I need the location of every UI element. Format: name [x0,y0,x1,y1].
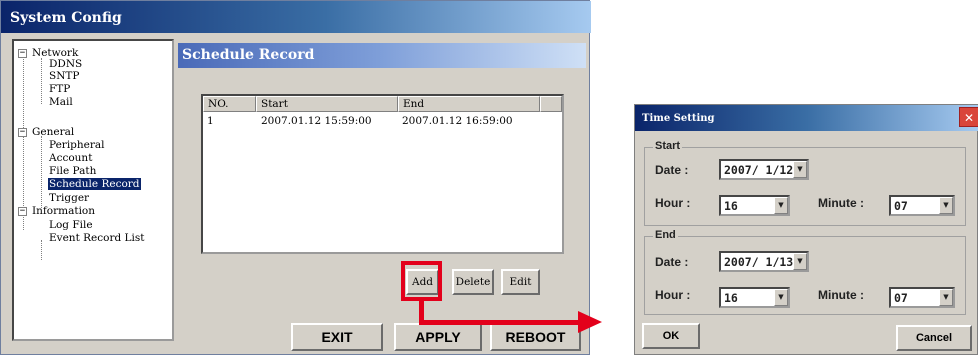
chevron-down-icon[interactable]: ▼ [939,289,953,306]
column-header-end[interactable]: End [398,96,540,112]
start-group: Start Date : 2007/ 1/12 ▼ Hour : 16 ▼ Mi… [644,140,966,226]
tree-item-account[interactable]: Account [49,152,92,165]
tree-connector [23,54,24,230]
end-group: End Date : 2007/ 1/13 ▼ Hour : 16 ▼ Minu… [644,229,966,315]
tree-item-log-file[interactable]: Log File [49,219,93,232]
column-header-start[interactable]: Start [256,96,398,112]
cell-no: 1 [207,115,214,127]
dialog-title: Time Setting [635,105,978,131]
tree-label: Log File [49,219,93,231]
tree-connector [41,136,42,208]
tree-label: Trigger [49,192,90,204]
highlight-box [401,261,442,301]
chevron-down-icon[interactable]: ▼ [939,197,953,214]
schedule-list[interactable]: NO. Start End 1 2007.01.12 15:59:00 2007… [201,94,564,254]
start-minute-select[interactable]: 07 ▼ [889,195,955,216]
start-hour-select[interactable]: 16 ▼ [719,195,790,216]
tree-label: Event Record List [49,232,145,244]
start-minute-value: 07 [894,199,908,213]
tree-label: General [32,126,75,138]
end-minute-select[interactable]: 07 ▼ [889,287,955,308]
tree-label: Mail [49,96,73,108]
delete-button[interactable]: Delete [452,269,494,295]
chevron-down-icon[interactable]: ▼ [774,197,788,214]
end-minute-value: 07 [894,291,908,305]
cancel-button[interactable]: Cancel [896,325,972,351]
column-header-no[interactable]: NO. [203,96,256,112]
ok-button[interactable]: OK [642,323,700,349]
tree-item-file-path[interactable]: File Path [49,165,96,178]
tree-label: Account [49,152,93,164]
cell-start: 2007.01.12 15:59:00 [261,115,372,127]
start-group-label: Start [653,140,683,152]
tree-label: Peripheral [49,139,105,151]
end-hour-select[interactable]: 16 ▼ [719,287,790,308]
edit-button[interactable]: Edit [501,269,540,295]
time-setting-dialog: Time Setting ✕ Start Date : 2007/ 1/12 ▼… [634,104,978,355]
chevron-down-icon[interactable]: ▼ [793,253,807,270]
tree-label: Schedule Record [48,178,141,190]
start-minute-label: Minute : [818,196,864,210]
exit-button[interactable]: EXIT [291,323,383,351]
collapse-toggle-icon[interactable]: − [18,128,27,137]
end-date-value: 2007/ 1/13 [724,255,794,269]
end-date-label: Date : [655,255,689,269]
apply-button[interactable]: APPLY [394,323,482,351]
tree-item-peripheral[interactable]: Peripheral [49,139,105,152]
tree-label: Information [32,205,96,217]
tree-label: DDNS [49,58,83,70]
callout-arrow-shaft [419,320,579,325]
panel-title: Schedule Record [178,43,586,68]
start-date-label: Date : [655,163,689,177]
tree-item-sntp[interactable]: SNTP [49,70,79,83]
tree-label: SNTP [49,70,80,82]
tree-label: File Path [49,165,97,177]
close-icon[interactable]: ✕ [959,107,978,127]
tree-item-ftp[interactable]: FTP [49,83,70,96]
settings-tree[interactable]: − Network DDNS SNTP FTP Mail − General P… [12,39,174,341]
chevron-down-icon[interactable]: ▼ [774,289,788,306]
start-hour-label: Hour : [655,196,691,210]
tree-item-information[interactable]: − Information [18,205,95,218]
tree-item-general[interactable]: − General [18,126,74,139]
start-date-select[interactable]: 2007/ 1/12 ▼ [719,159,809,180]
tree-connector [41,58,42,104]
collapse-toggle-icon[interactable]: − [18,207,27,216]
start-hour-value: 16 [724,199,738,213]
end-date-select[interactable]: 2007/ 1/13 ▼ [719,251,809,272]
tree-item-event-record-list[interactable]: Event Record List [49,232,144,245]
collapse-toggle-icon[interactable]: − [18,49,27,58]
column-header-extra[interactable] [540,96,562,112]
reboot-button[interactable]: REBOOT [490,323,581,351]
end-minute-label: Minute : [818,288,864,302]
arrow-right-icon [578,311,602,333]
tree-connector [41,240,42,260]
end-hour-value: 16 [724,291,738,305]
window-title: System Config [1,1,591,33]
chevron-down-icon[interactable]: ▼ [793,161,807,178]
tree-item-mail[interactable]: Mail [49,96,73,109]
end-group-label: End [653,229,678,241]
tree-item-trigger[interactable]: Trigger [49,192,89,205]
end-hour-label: Hour : [655,288,691,302]
system-config-window: System Config − Network DDNS SNTP FTP Ma… [0,0,591,355]
tree-item-schedule-record[interactable]: Schedule Record [48,178,141,191]
start-date-value: 2007/ 1/12 [724,163,794,177]
cell-end: 2007.01.12 16:59:00 [402,115,513,127]
tree-label: FTP [49,83,71,95]
